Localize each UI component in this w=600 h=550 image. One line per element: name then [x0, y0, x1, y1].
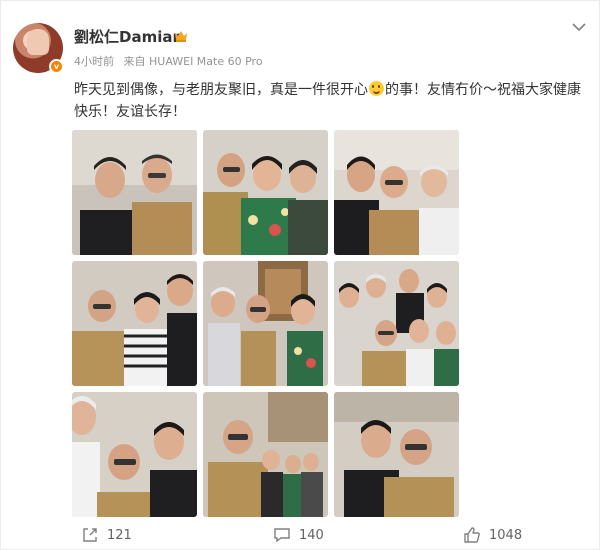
chevron-down-icon[interactable]	[571, 21, 587, 33]
weibo-post-card: v 劉松仁Damian 4小时前 来自 HUAWEI Mate 60 Pro 昨…	[0, 0, 600, 550]
post-source: 来自 HUAWEI Mate 60 Pro	[123, 55, 263, 68]
photo-5[interactable]	[203, 261, 328, 386]
smile-emoji-icon	[369, 81, 384, 96]
photo-1[interactable]	[72, 130, 197, 255]
like-button[interactable]: 1048	[463, 525, 522, 545]
action-bar: 121 140 1048	[1, 519, 600, 550]
photo-3[interactable]	[334, 130, 459, 255]
share-count: 121	[107, 527, 132, 543]
photo-4[interactable]	[72, 261, 197, 386]
author-name[interactable]: 劉松仁Damian	[74, 26, 183, 47]
share-button[interactable]: 121	[81, 525, 132, 545]
comment-icon	[274, 528, 290, 543]
post-time[interactable]: 4小时前	[74, 55, 114, 68]
crown-icon	[175, 31, 187, 42]
photo-6[interactable]	[334, 261, 459, 386]
photo-7[interactable]	[72, 392, 197, 517]
photo-grid	[72, 130, 459, 517]
like-icon	[464, 527, 480, 543]
share-icon	[83, 528, 97, 542]
post-text: 昨天见到偶像，与老朋友聚旧，真是一件很开心 的事！友情冇价～祝福大家健康快乐！友谊…	[74, 79, 586, 123]
comment-button[interactable]: 140	[273, 525, 324, 545]
photo-2[interactable]	[203, 130, 328, 255]
post-text-part1: 昨天见到偶像，与老朋友聚旧，真是一件很开心	[74, 82, 368, 98]
like-count: 1048	[489, 527, 523, 543]
comment-count: 140	[299, 527, 324, 543]
photo-9[interactable]	[334, 392, 459, 517]
post-meta: 4小时前 来自 HUAWEI Mate 60 Pro	[74, 53, 269, 69]
photo-8[interactable]	[203, 392, 328, 517]
verified-badge-icon: v	[49, 59, 64, 74]
